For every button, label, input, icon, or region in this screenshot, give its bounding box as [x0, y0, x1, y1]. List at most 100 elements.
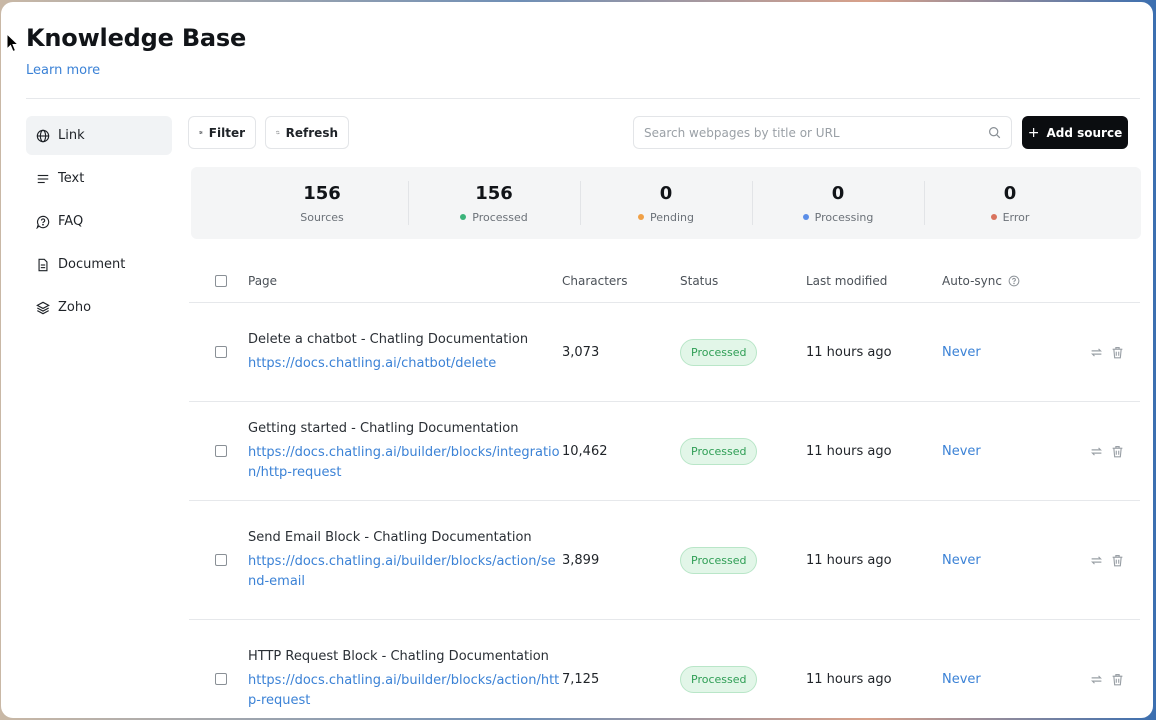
resync-icon[interactable]: [1090, 673, 1103, 686]
row-select-cell: [189, 673, 248, 685]
stat-value: 0: [831, 182, 845, 204]
learn-more-link[interactable]: Learn more: [26, 63, 100, 78]
page-title-text: Getting started - Chatling Documentation: [248, 421, 519, 436]
page-url-link[interactable]: https://docs.chatling.ai/chatbot/delete: [248, 354, 562, 374]
trash-icon[interactable]: [1111, 673, 1124, 686]
status-cell: Processed: [680, 437, 806, 465]
last-modified-cell: 11 hours ago: [806, 552, 892, 568]
page-cell: HTTP Request Block - Chatling Documentat…: [248, 647, 562, 711]
column-header-last-modified[interactable]: Last modified: [806, 274, 942, 288]
resync-icon[interactable]: [1090, 346, 1103, 359]
table-row[interactable]: HTTP Request Block - Chatling Documentat…: [189, 620, 1140, 718]
status-badge: Processed: [680, 665, 758, 693]
sidebar-item-document[interactable]: Document: [26, 245, 172, 284]
page-title-text: HTTP Request Block - Chatling Documentat…: [248, 649, 549, 664]
row-checkbox[interactable]: [214, 554, 227, 566]
sidebar-item-label: FAQ: [58, 214, 84, 229]
sidebar-item-text[interactable]: Text: [26, 159, 172, 198]
help-circle-icon[interactable]: [1008, 275, 1020, 287]
characters-cell: 3,073: [562, 344, 600, 360]
stat-processing: 0 Processing: [752, 167, 924, 239]
refresh-icon: [276, 130, 280, 135]
page-url-link[interactable]: https://docs.chatling.ai/builder/blocks/…: [248, 552, 562, 592]
document-icon: [38, 258, 48, 271]
stat-pending: 0 Pending: [580, 167, 752, 239]
trash-icon[interactable]: [1111, 445, 1124, 458]
column-header-status[interactable]: Status: [680, 274, 806, 288]
layers-icon: [36, 301, 50, 314]
trash-icon[interactable]: [1111, 554, 1124, 567]
sidebar-item-faq[interactable]: FAQ: [26, 202, 172, 241]
resync-icon[interactable]: [1090, 554, 1103, 567]
auto-sync-link[interactable]: Never: [942, 444, 981, 459]
row-select-cell: [189, 445, 248, 457]
page-cell: Send Email Block - Chatling Documentatio…: [248, 528, 562, 592]
row-checkbox[interactable]: [214, 346, 227, 358]
sidebar-item-label: Text: [58, 171, 85, 186]
row-actions: [1060, 554, 1140, 567]
sidebar-item-zoho[interactable]: Zoho: [26, 288, 172, 327]
characters-cell: 3,899: [562, 552, 600, 568]
auto-sync-link[interactable]: Never: [942, 672, 981, 687]
header-divider: [26, 98, 1140, 99]
stat-label: Error: [990, 210, 1030, 224]
stat-label-text: Sources: [300, 210, 344, 224]
stat-label: Pending: [638, 211, 694, 224]
table-row[interactable]: Delete a chatbot - Chatling Documentatio…: [189, 303, 1140, 402]
row-actions: [1060, 346, 1140, 359]
add-source-button[interactable]: + Add source: [1022, 116, 1128, 149]
table-row[interactable]: Send Email Block - Chatling Documentatio…: [189, 501, 1140, 620]
page-url-link[interactable]: https://docs.chatling.ai/builder/blocks/…: [248, 671, 562, 711]
stats-panel: 156 Sources 156 Processed 0 Pending 0 Pr…: [191, 167, 1141, 239]
status-cell: Processed: [680, 665, 806, 693]
processing-status-dot: [802, 214, 809, 220]
stat-sources: 156 Sources: [236, 167, 408, 239]
sidebar-item-link[interactable]: Link: [26, 116, 172, 155]
add-source-label: Add source: [1046, 125, 1123, 140]
column-header-page[interactable]: Page: [248, 274, 562, 288]
page-url-link[interactable]: https://docs.chatling.ai/builder/blocks/…: [248, 443, 562, 483]
table-row[interactable]: Getting started - Chatling Documentation…: [189, 402, 1140, 501]
stat-label: Sources: [300, 211, 344, 224]
filter-button[interactable]: Filter: [188, 116, 256, 149]
page-title-text: Delete a chatbot - Chatling Documentatio…: [248, 332, 529, 347]
filter-label: Filter: [208, 125, 245, 140]
stat-label-text: Processing: [814, 210, 874, 224]
search-icon: [989, 127, 1001, 139]
select-all-checkbox[interactable]: [214, 275, 227, 287]
last-modified-cell: 11 hours ago: [806, 443, 892, 459]
sidebar-item-label: Document: [58, 257, 126, 272]
status-cell: Processed: [680, 338, 806, 366]
auto-sync-label: Auto-sync: [942, 274, 1002, 288]
stat-label-text: Error: [1002, 210, 1030, 224]
stat-label-text: Pending: [650, 210, 694, 224]
search-input[interactable]: [634, 125, 988, 140]
last-modified-cell: 11 hours ago: [806, 344, 892, 360]
auto-sync-cell: Never: [942, 672, 1060, 687]
table-body: Delete a chatbot - Chatling Documentatio…: [189, 303, 1140, 718]
stat-value: 0: [1003, 182, 1017, 204]
sidebar-item-label: Link: [58, 128, 85, 143]
column-header-auto-sync: Auto-sync: [942, 274, 1060, 288]
row-checkbox[interactable]: [214, 673, 227, 685]
column-header-characters[interactable]: Characters: [562, 274, 680, 288]
status-badge: Processed: [680, 546, 758, 574]
refresh-button[interactable]: Refresh: [265, 116, 349, 149]
trash-icon[interactable]: [1111, 346, 1124, 359]
help-chat-icon: [36, 215, 50, 229]
auto-sync-link[interactable]: Never: [942, 345, 981, 360]
page-cell: Delete a chatbot - Chatling Documentatio…: [248, 330, 562, 374]
sliders-icon: [199, 131, 203, 134]
pending-status-dot: [638, 214, 644, 220]
stat-label: Processed: [460, 211, 528, 224]
status-cell: Processed: [680, 546, 806, 574]
page-cell: Getting started - Chatling Documentation…: [248, 419, 562, 483]
processed-status-dot: [460, 214, 467, 220]
stat-error: 0 Error: [924, 167, 1096, 239]
auto-sync-link[interactable]: Never: [942, 553, 981, 568]
row-checkbox[interactable]: [214, 445, 227, 457]
source-type-sidebar: Link Text FAQ Document Zoho: [26, 116, 172, 331]
resync-icon[interactable]: [1090, 445, 1103, 458]
page-title: Knowledge Base: [26, 24, 247, 52]
page-title-text: Send Email Block - Chatling Documentatio…: [248, 530, 532, 545]
